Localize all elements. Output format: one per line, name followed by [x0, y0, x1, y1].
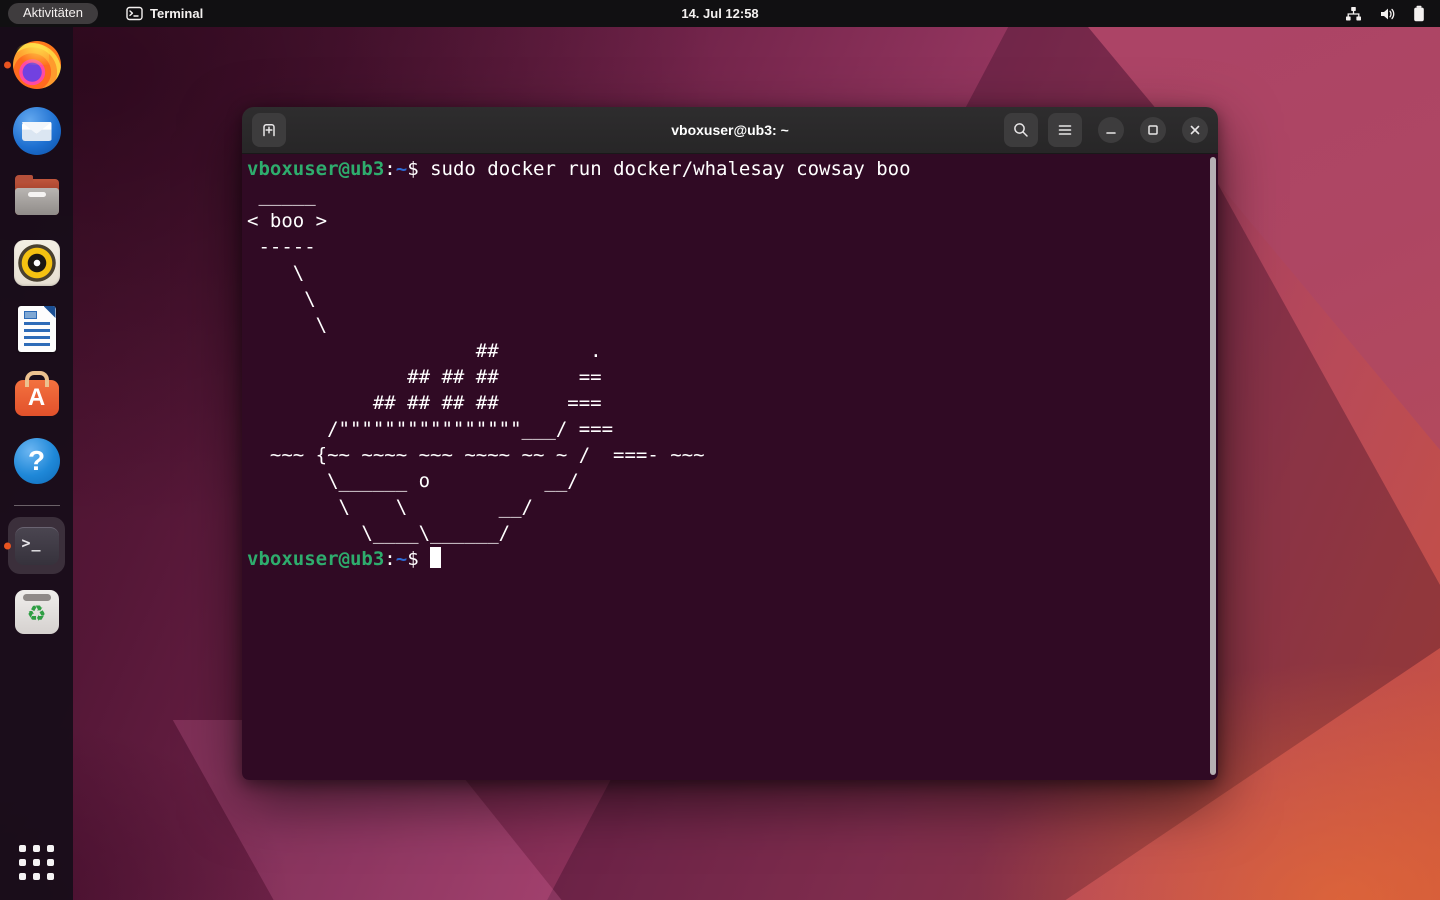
- prompt-colon: :: [384, 548, 395, 570]
- hamburger-menu-icon: [1056, 121, 1074, 139]
- text-cursor: [430, 547, 441, 568]
- dock-separator: [14, 505, 60, 506]
- maximize-button[interactable]: [1140, 117, 1166, 143]
- prompt-colon: :: [384, 158, 395, 180]
- close-icon: [1188, 123, 1202, 137]
- menu-button[interactable]: [1048, 113, 1082, 147]
- running-indicator: [4, 62, 11, 69]
- writer-image-placeholder: [24, 311, 37, 319]
- terminal-mini-icon: [126, 6, 143, 21]
- ubuntu-software-icon: [15, 380, 59, 416]
- dock-item-help[interactable]: [0, 437, 73, 485]
- window-title: vboxuser@ub3: ~: [671, 122, 789, 138]
- dock-item-firefox[interactable]: [0, 41, 73, 89]
- new-tab-button[interactable]: [252, 113, 286, 147]
- maximize-icon: [1146, 123, 1160, 137]
- trash-icon: [15, 590, 59, 634]
- dock-item-trash[interactable]: [0, 588, 73, 636]
- search-icon: [1012, 121, 1030, 139]
- terminal-window: vboxuser@ub3: ~: [242, 107, 1218, 780]
- dock-item-terminal[interactable]: [0, 522, 73, 570]
- dock: [0, 27, 73, 900]
- prompt-symbol: $: [407, 158, 430, 180]
- system-status-area[interactable]: [1330, 0, 1440, 27]
- prompt-user-host: vboxuser@ub3: [247, 158, 384, 180]
- thunderbird-icon: [13, 107, 61, 155]
- prompt-user-host: vboxuser@ub3: [247, 548, 384, 570]
- new-tab-icon: [259, 120, 279, 140]
- help-icon: [14, 438, 60, 484]
- terminal-scrollbar[interactable]: [1210, 157, 1216, 775]
- dock-item-files[interactable]: [0, 173, 73, 221]
- window-headerbar: vboxuser@ub3: ~: [242, 107, 1218, 154]
- clock-button[interactable]: 14. Jul 12:58: [671, 0, 768, 27]
- files-icon: [15, 179, 59, 215]
- folder-slot: [28, 192, 46, 197]
- minimize-button[interactable]: [1098, 117, 1124, 143]
- command-text: sudo docker run docker/whalesay cowsay b…: [430, 158, 910, 180]
- running-indicator: [4, 543, 11, 550]
- show-applications-button[interactable]: [0, 832, 73, 892]
- writer-text-lines: [24, 322, 50, 346]
- close-button[interactable]: [1182, 117, 1208, 143]
- window-controls: [1004, 113, 1208, 147]
- dock-item-ubuntu-software[interactable]: [0, 371, 73, 419]
- prompt-line: vboxuser@ub3:~$: [247, 546, 1204, 572]
- network-icon: [1345, 6, 1362, 22]
- dock-item-thunderbird[interactable]: [0, 107, 73, 155]
- focused-app-label: Terminal: [150, 6, 203, 21]
- command-line: vboxuser@ub3:~$ sudo docker run docker/w…: [247, 156, 1204, 182]
- terminal-icon: [15, 527, 59, 565]
- battery-icon: [1413, 5, 1425, 22]
- grid-icon: [19, 845, 54, 880]
- dock-item-libreoffice-writer[interactable]: [0, 305, 73, 353]
- focused-app-menu[interactable]: Terminal: [126, 6, 203, 21]
- whalesay-output: _____ < boo > ----- \ \ \ ## . ## ## ## …: [247, 182, 1204, 546]
- terminal-content[interactable]: vboxuser@ub3:~$ sudo docker run docker/w…: [242, 154, 1218, 780]
- desktop: Aktivitäten Terminal 14. Jul 12:58: [0, 0, 1440, 900]
- rhythmbox-icon: [14, 240, 60, 286]
- volume-icon: [1379, 6, 1396, 22]
- prompt-path: ~: [396, 158, 407, 180]
- firefox-icon: [13, 41, 61, 89]
- top-bar: Aktivitäten Terminal 14. Jul 12:58: [0, 0, 1440, 27]
- libreoffice-writer-icon: [18, 306, 56, 352]
- dock-item-rhythmbox[interactable]: [0, 239, 73, 287]
- prompt-symbol: $: [407, 548, 430, 570]
- prompt-path: ~: [396, 548, 407, 570]
- search-button[interactable]: [1004, 113, 1038, 147]
- activities-button[interactable]: Aktivitäten: [8, 3, 98, 24]
- minimize-icon: [1104, 123, 1118, 137]
